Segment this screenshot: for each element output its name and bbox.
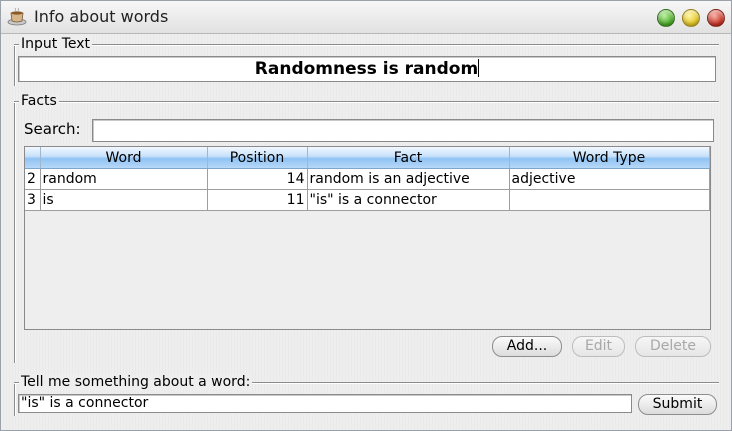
app-window: Info about words Input Text Randomness i… [0,0,732,431]
cell-word[interactable]: is [40,189,208,211]
group-border [14,101,16,363]
close-button[interactable] [707,9,725,27]
maximize-button[interactable] [657,9,675,27]
cell-position[interactable]: 14 [207,168,308,190]
tell-me-label: Tell me something about a word: [19,374,253,390]
facts-label: Facts [19,93,59,109]
delete-button[interactable]: Delete [635,336,711,357]
table-row[interactable]: 2 random 14 random is an adjective adjec… [25,168,710,190]
row-index: 3 [25,189,41,211]
add-button[interactable]: Add... [492,336,562,357]
table-row[interactable]: 3 is 11 "is" is a connector [25,189,710,211]
cell-word[interactable]: random [40,168,208,190]
group-border [14,101,719,103]
window-title: Info about words [34,7,169,26]
group-border [14,44,719,46]
input-text-field[interactable]: Randomness is random [18,56,716,82]
column-header-word-type[interactable]: Word Type [509,147,710,169]
cell-position[interactable]: 11 [207,189,308,211]
minimize-button[interactable] [682,9,700,27]
title-bar[interactable]: Info about words [1,1,731,34]
row-number-header[interactable] [25,147,41,169]
coffee-cup-icon [7,7,27,26]
search-label: Search: [24,120,81,138]
column-header-word[interactable]: Word [40,147,208,169]
input-text-label: Input Text [19,36,93,52]
text-caret [478,59,480,77]
group-border [14,382,16,416]
cell-word-type[interactable]: adjective [509,168,710,190]
submit-button[interactable]: Submit [638,394,717,415]
facts-grid: Word Position Fact Word Type 2 random 14… [25,147,710,211]
column-header-position[interactable]: Position [207,147,308,169]
row-index: 2 [25,168,41,190]
fact-input[interactable] [18,394,632,413]
group-border [14,44,16,86]
cell-fact[interactable]: random is an adjective [307,168,510,190]
cell-fact[interactable]: "is" is a connector [307,189,510,211]
search-input[interactable] [92,119,714,142]
edit-button[interactable]: Edit [572,336,625,357]
input-text-value: Randomness is random [254,59,479,79]
column-header-fact[interactable]: Fact [307,147,510,169]
table-header-row: Word Position Fact Word Type [25,147,710,169]
cell-word-type[interactable] [509,189,710,211]
facts-table[interactable]: Word Position Fact Word Type 2 random 14… [24,146,711,330]
